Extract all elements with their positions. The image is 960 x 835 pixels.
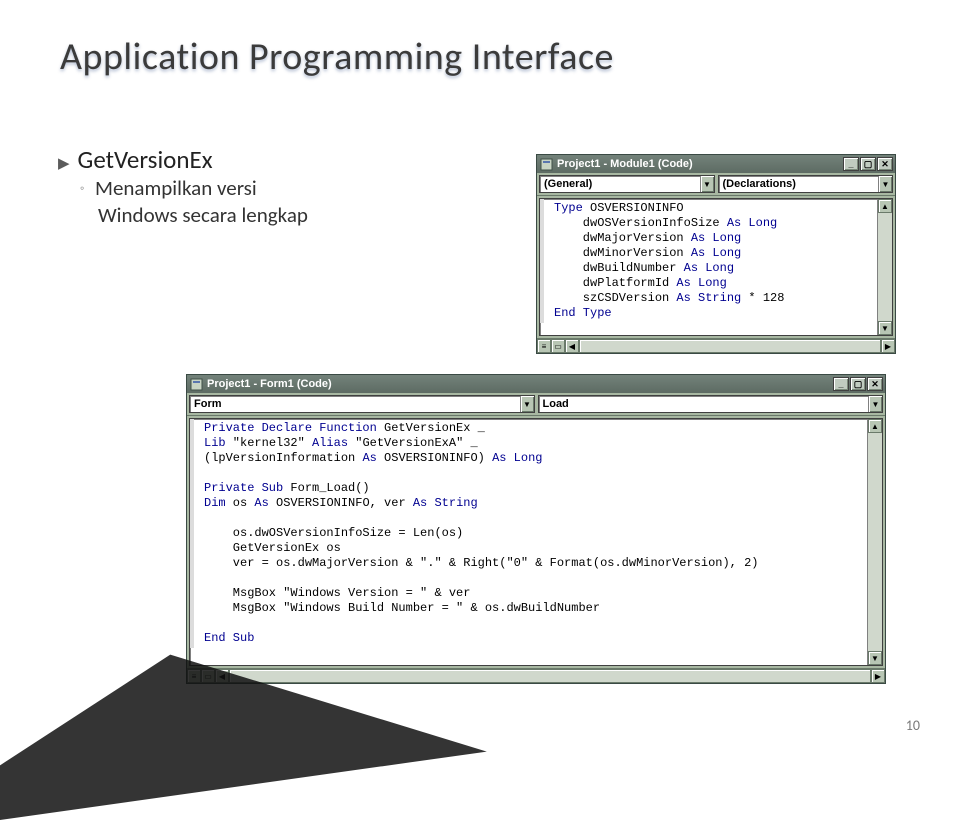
maximize-button[interactable]: ▢ — [850, 377, 866, 391]
scroll-left-icon[interactable]: ◀ — [565, 339, 579, 353]
code-text[interactable]: Private Declare Function GetVersionEx _ … — [190, 419, 882, 648]
scroll-down-icon[interactable]: ▼ — [878, 321, 892, 335]
minimize-button[interactable]: _ — [833, 377, 849, 391]
window-icon — [190, 378, 203, 391]
scroll-up-icon[interactable]: ▲ — [868, 419, 882, 433]
maximize-button[interactable]: ▢ — [860, 157, 876, 171]
statusbar: ≡ ▭ ◀ ▶ — [537, 338, 895, 353]
scroll-down-icon[interactable]: ▼ — [868, 651, 882, 665]
bullet1-text: GetVersionEx — [78, 144, 213, 175]
bullet-marker-icon: ▶ — [58, 154, 70, 173]
close-button[interactable]: ✕ — [867, 377, 883, 391]
full-view-button[interactable]: ▭ — [551, 339, 565, 353]
bullet-level2: ◦ Menampilkan versi — [80, 175, 458, 202]
vertical-scrollbar[interactable]: ▲ ▼ — [877, 199, 892, 335]
scroll-right-icon[interactable]: ▶ — [881, 339, 895, 353]
titlebar[interactable]: Project1 - Form1 (Code) _ ▢ ✕ — [187, 375, 885, 393]
scroll-right-icon[interactable]: ▶ — [871, 669, 885, 683]
bullet-content: ▶ GetVersionEx ◦ Menampilkan versi Windo… — [58, 144, 458, 228]
procedure-combo[interactable]: Load ▼ — [538, 395, 884, 413]
chevron-down-icon[interactable]: ▼ — [520, 396, 534, 412]
window-icon — [540, 158, 553, 171]
chevron-down-icon[interactable]: ▼ — [878, 176, 892, 192]
chevron-down-icon[interactable]: ▼ — [700, 176, 714, 192]
procedure-combo[interactable]: (Declarations) ▼ — [718, 175, 894, 193]
object-combo[interactable]: (General) ▼ — [539, 175, 715, 193]
titlebar[interactable]: Project1 - Module1 (Code) _ ▢ ✕ — [537, 155, 895, 173]
combo-value: (General) — [544, 178, 592, 190]
code-pane[interactable]: Private Declare Function GetVersionEx _ … — [189, 418, 883, 666]
decorative-accent — [0, 613, 487, 835]
window-title: Project1 - Module1 (Code) — [557, 158, 693, 170]
combo-value: Form — [194, 398, 222, 410]
bullet2a-text: Menampilkan versi — [95, 175, 257, 201]
code-window-module1: Project1 - Module1 (Code) _ ▢ ✕ (General… — [536, 154, 896, 354]
vertical-scrollbar[interactable]: ▲ ▼ — [867, 419, 882, 665]
subbullet-marker-icon: ◦ — [80, 182, 84, 196]
code-pane[interactable]: Type OSVERSIONINFO dwOSVersionInfoSize A… — [539, 198, 893, 336]
minimize-button[interactable]: _ — [843, 157, 859, 171]
combo-value: Load — [543, 398, 569, 410]
close-button[interactable]: ✕ — [877, 157, 893, 171]
horizontal-scrollbar[interactable] — [579, 339, 881, 353]
code-text[interactable]: Type OSVERSIONINFO dwOSVersionInfoSize A… — [540, 199, 892, 323]
object-combo[interactable]: Form ▼ — [189, 395, 535, 413]
bullet2b-text: Windows secara lengkap — [98, 202, 458, 228]
window-title: Project1 - Form1 (Code) — [207, 378, 332, 390]
slide-title: Application Programming Interface — [60, 34, 960, 80]
procedure-view-button[interactable]: ≡ — [537, 339, 551, 353]
chevron-down-icon[interactable]: ▼ — [868, 396, 882, 412]
bullet-level1: ▶ GetVersionEx — [58, 144, 458, 175]
combo-value: (Declarations) — [723, 178, 796, 190]
scroll-up-icon[interactable]: ▲ — [878, 199, 892, 213]
